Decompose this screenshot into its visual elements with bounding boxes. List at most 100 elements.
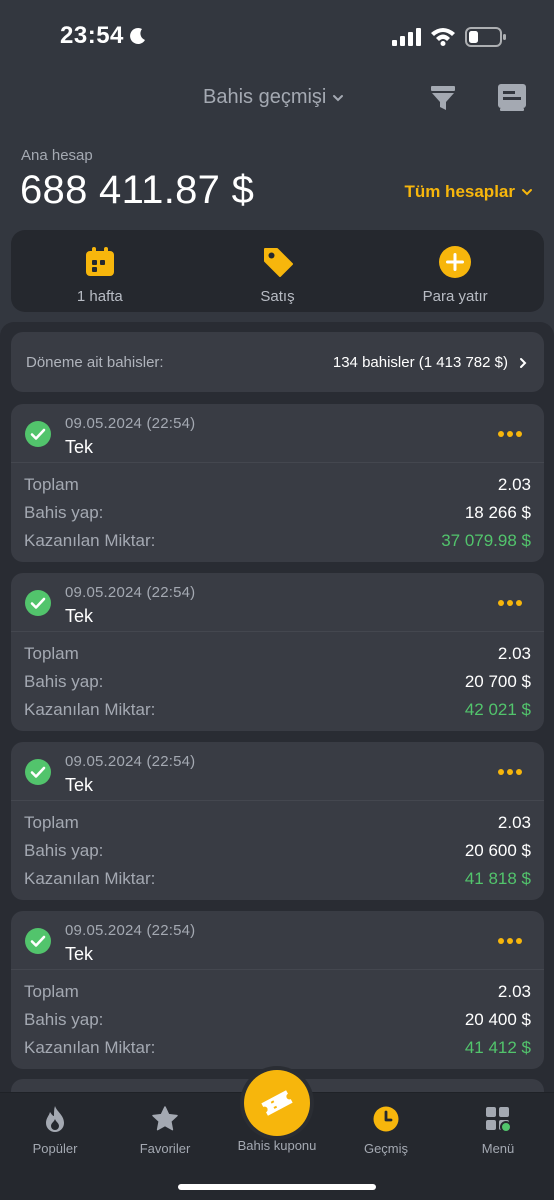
bet-slip-button[interactable] [244, 1070, 310, 1136]
bet-total-row: Toplam 2.03 [24, 642, 531, 666]
bet-win-row: Kazanılan Miktar: 41 818 $ [24, 867, 531, 891]
bet-win-row: Kazanılan Miktar: 37 079.98 $ [24, 529, 531, 553]
sale-button[interactable]: Satış [189, 230, 367, 312]
bet-date: 09.05.2024 [65, 584, 143, 601]
bet-win-value: 42 021 $ [464, 700, 531, 719]
divider [11, 969, 544, 970]
chevron-down-icon [333, 94, 344, 101]
more-options-icon[interactable] [497, 937, 523, 945]
chevron-down-icon [522, 189, 532, 196]
chevron-right-icon [520, 358, 527, 368]
header: Bahis geçmişi [0, 74, 554, 124]
check-circle-icon [25, 590, 51, 616]
history-title-dropdown[interactable]: Bahis geçmişi [203, 86, 344, 109]
nav-history-label: Geçmiş [363, 1141, 409, 1156]
bet-type: Tek [65, 775, 94, 795]
all-accounts-dropdown[interactable]: Tüm hesaplar [404, 182, 533, 202]
more-options-icon[interactable] [497, 599, 523, 607]
bet-card[interactable]: 09.05.2024 (22:54) Tek Toplam 2.03 Bahis … [11, 404, 544, 562]
bet-date: 09.05.2024 [65, 415, 143, 432]
bet-time: (22:54) [146, 584, 196, 601]
bet-total-label: Toplam [24, 813, 79, 832]
calendar-icon [85, 247, 114, 276]
bet-stake-label: Bahis yap: [24, 503, 104, 522]
nav-menu[interactable]: Menü [443, 1093, 553, 1173]
more-options-icon[interactable] [497, 430, 523, 438]
bet-card[interactable]: 09.05.2024 (22:54) Tek Toplam 2.03 Bahis … [11, 742, 544, 900]
nav-history[interactable]: Geçmiş [331, 1093, 441, 1173]
bet-win-label: Kazanılan Miktar: [24, 700, 156, 719]
filter-icon[interactable] [429, 84, 457, 112]
period-filter-label: 1 hafta [76, 288, 123, 305]
period-filter-button[interactable]: 1 hafta [11, 230, 189, 312]
bet-time: (22:54) [146, 922, 196, 939]
bet-total-row: Toplam 2.03 [24, 473, 531, 497]
ticket-icon [261, 1090, 293, 1116]
nav-favorites-label: Favoriler [139, 1141, 191, 1156]
bet-win-value: 41 818 $ [464, 869, 531, 888]
bet-total-label: Toplam [24, 982, 79, 1001]
moon-icon [130, 27, 145, 44]
check-circle-icon [25, 928, 51, 954]
bet-datetime: 09.05.2024 (22:54) [65, 922, 195, 939]
nav-bet-slip-label: Bahis kuponu [237, 1138, 317, 1153]
bet-stake-label: Bahis yap: [24, 841, 104, 860]
divider [11, 800, 544, 801]
nav-popular-label: Popüler [32, 1141, 78, 1156]
status-time: 23:54 [60, 22, 124, 49]
bet-win-value: 37 079.98 $ [441, 531, 531, 550]
check-circle-icon [25, 759, 51, 785]
bet-win-label: Kazanılan Miktar: [24, 1038, 156, 1057]
bet-card[interactable]: 09.05.2024 (22:54) Tek Toplam 2.03 Bahis … [11, 911, 544, 1069]
bet-datetime: 09.05.2024 (22:54) [65, 415, 195, 432]
period-summary-label: Döneme ait bahisler: [26, 354, 164, 371]
more-options-icon[interactable] [497, 768, 523, 776]
bet-win-label: Kazanılan Miktar: [24, 531, 156, 550]
bet-card[interactable]: 09.05.2024 (22:54) Tek Toplam 2.03 Bahis … [11, 573, 544, 731]
nav-menu-label: Menü [481, 1141, 515, 1156]
bet-datetime: 09.05.2024 (22:54) [65, 584, 195, 601]
cellular-signal-icon [392, 28, 421, 46]
bet-type: Tek [65, 944, 94, 964]
bet-total-row: Toplam 2.03 [24, 811, 531, 835]
bet-date: 09.05.2024 [65, 922, 143, 939]
sale-label: Satış [260, 288, 295, 305]
bet-datetime: 09.05.2024 (22:54) [65, 753, 195, 770]
deposit-label: Para yatır [422, 288, 488, 305]
wifi-icon [431, 28, 455, 46]
bet-total-value: 2.03 [497, 644, 531, 663]
balance-value: 688 411.87 $ [20, 168, 255, 212]
bet-type: Tek [65, 606, 94, 626]
bet-type: Tek [65, 437, 94, 457]
bet-win-row: Kazanılan Miktar: 41 412 $ [24, 1036, 531, 1060]
page-title: Bahis geçmişi [203, 86, 327, 108]
bet-date: 09.05.2024 [65, 753, 143, 770]
bet-total-value: 2.03 [497, 813, 531, 832]
star-icon [152, 1106, 178, 1131]
nav-popular[interactable]: Popüler [0, 1093, 110, 1173]
bet-total-row: Toplam 2.03 [24, 980, 531, 1004]
bet-win-label: Kazanılan Miktar: [24, 869, 156, 888]
bet-stake-value: 18 266 $ [464, 503, 531, 522]
divider [11, 462, 544, 463]
bet-total-value: 2.03 [497, 982, 531, 1001]
bet-total-value: 2.03 [497, 475, 531, 494]
deposit-button[interactable]: Para yatır [366, 230, 544, 312]
bet-stake-label: Bahis yap: [24, 672, 104, 691]
bet-stake-row: Bahis yap: 18 266 $ [24, 501, 531, 525]
grid-icon [486, 1107, 512, 1133]
bet-stake-value: 20 600 $ [464, 841, 531, 860]
period-summary-row[interactable]: Döneme ait bahisler: 134 bahisler (1 413… [11, 332, 544, 392]
bet-stake-value: 20 400 $ [464, 1010, 531, 1029]
quick-actions: 1 hafta Satış Para yatır [11, 230, 544, 312]
tag-icon [263, 248, 293, 277]
bet-total-label: Toplam [24, 475, 79, 494]
status-bar: 23:54 [0, 0, 554, 74]
bet-stake-label: Bahis yap: [24, 1010, 104, 1029]
bet-stake-row: Bahis yap: 20 400 $ [24, 1008, 531, 1032]
flame-icon [46, 1106, 64, 1132]
nav-favorites[interactable]: Favoriler [110, 1093, 220, 1173]
bet-time: (22:54) [146, 415, 196, 432]
plus-circle-icon [439, 246, 472, 278]
receipt-icon[interactable] [496, 82, 528, 112]
